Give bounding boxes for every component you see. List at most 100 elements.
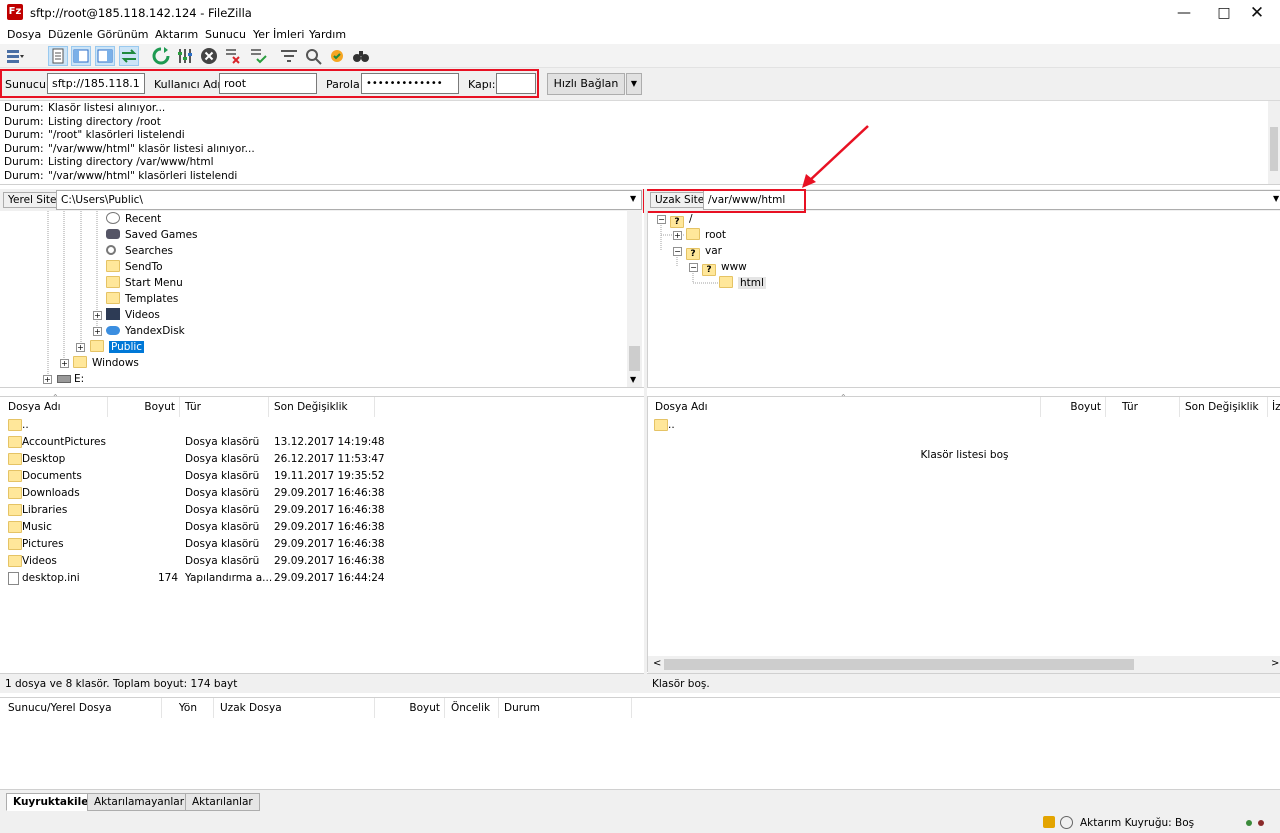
column-size[interactable]: Boyut <box>108 397 180 417</box>
process-queue-icon[interactable] <box>175 46 195 66</box>
log-scrollbar[interactable] <box>1268 101 1280 184</box>
chevron-down-icon[interactable]: ▼ <box>630 375 636 384</box>
list-item[interactable]: Downloads Dosya klasörü 29.09.2017 16:46:3… <box>8 485 638 502</box>
chevron-down-icon: ▼ <box>630 79 638 88</box>
list-item[interactable]: .. <box>8 417 638 434</box>
toggle-remote-tree-icon[interactable] <box>95 46 115 66</box>
toggle-local-tree-icon[interactable] <box>71 46 91 66</box>
menu-view[interactable]: Görünüm <box>97 28 148 41</box>
cloud-icon <box>106 326 120 335</box>
chevron-left-icon[interactable]: < <box>653 658 661 669</box>
scrollbar-thumb[interactable] <box>629 346 640 371</box>
list-item[interactable]: Libraries Dosya klasörü 29.09.2017 16:46:3… <box>8 502 638 519</box>
scrollbar-thumb[interactable] <box>1270 127 1278 171</box>
cancel-operation-icon[interactable] <box>199 46 219 66</box>
column-type[interactable]: Tür <box>181 397 269 417</box>
folder-icon <box>8 538 22 550</box>
queue-column-size[interactable]: Boyut <box>375 698 445 718</box>
unknown-folder-icon: ? <box>702 264 716 276</box>
toggle-log-icon[interactable] <box>48 46 68 66</box>
reconnect-icon[interactable] <box>248 46 268 66</box>
compare-directories-icon[interactable] <box>303 46 323 66</box>
queue-column-remote[interactable]: Uzak Dosya <box>216 698 375 718</box>
tree-item-start-menu[interactable]: Start Menu <box>106 275 183 291</box>
menu-server[interactable]: Sunucu <box>205 28 246 41</box>
menu-help[interactable]: Yardım <box>309 28 346 41</box>
menu-edit[interactable]: Düzenle <box>48 28 93 41</box>
collapse-icon[interactable]: − <box>673 247 682 256</box>
toggle-queue-icon[interactable] <box>119 46 139 66</box>
local-tree: Recent Saved Games Searches SendTo Start… <box>0 211 644 388</box>
tree-item-yandexdisk[interactable]: YandexDisk <box>106 323 185 339</box>
expand-icon[interactable]: + <box>60 359 69 368</box>
list-item[interactable]: .. <box>654 417 1274 434</box>
tree-item-drive-e[interactable]: E: <box>57 371 84 387</box>
sync-browsing-icon[interactable] <box>327 46 347 66</box>
expand-icon[interactable]: + <box>93 311 102 320</box>
queue-column-file[interactable]: Sunucu/Yerel Dosya <box>4 698 162 718</box>
arrow-annotation <box>802 125 869 188</box>
chevron-down-icon[interactable]: ▼ <box>630 194 636 203</box>
tree-item-windows[interactable]: Windows <box>73 355 139 371</box>
collapse-icon[interactable]: − <box>657 215 666 224</box>
list-item[interactable]: Pictures Dosya klasörü 29.09.2017 16:46:38 <box>8 536 638 553</box>
site-manager-icon[interactable] <box>5 46 25 66</box>
speed-limit-icon[interactable] <box>1060 816 1073 829</box>
queue-column-priority[interactable]: Öncelik <box>447 698 499 718</box>
list-item[interactable]: desktop.ini 174 Yapılandırma a... 29.09.201… <box>8 570 638 587</box>
column-modified[interactable]: Son Değişiklik <box>270 397 375 417</box>
chevron-down-icon[interactable]: ▼ <box>1273 194 1279 203</box>
remote-site-bar: Uzak Site: ▼ <box>643 189 1280 213</box>
tree-item-saved-games[interactable]: Saved Games <box>106 227 198 243</box>
sort-arrow-icon: ⌃ <box>52 393 59 402</box>
expand-icon[interactable]: + <box>43 375 52 384</box>
tree-item-var[interactable]: ? var <box>686 243 722 260</box>
tab-failed[interactable]: Aktarılamayanlar <box>87 793 192 811</box>
tree-item-videos[interactable]: Videos <box>106 307 160 323</box>
folder-icon <box>654 419 668 431</box>
directory-filter-icon[interactable] <box>279 46 299 66</box>
drive-icon <box>57 375 71 383</box>
quickconnect-dropdown[interactable]: ▼ <box>626 73 642 95</box>
quickconnect-button[interactable]: Hızlı Bağlan <box>547 73 625 95</box>
chevron-right-icon[interactable]: > <box>1271 658 1279 669</box>
column-type[interactable]: Tür <box>1118 397 1180 417</box>
menu-bookmarks[interactable]: Yer İmleri <box>253 28 304 41</box>
menu-file[interactable]: Dosya <box>7 28 41 41</box>
tab-successful[interactable]: Aktarılanlar <box>185 793 260 811</box>
list-item[interactable]: Documents Dosya klasörü 19.11.2017 19:35:5… <box>8 468 638 485</box>
refresh-icon[interactable] <box>151 46 171 66</box>
tree-item-searches[interactable]: Searches <box>106 243 173 259</box>
transfer-queue: Sunucu/Yerel Dosya Yön Uzak Dosya Boyut … <box>0 697 1280 789</box>
close-button[interactable]: ✕ <box>1234 0 1280 26</box>
collapse-icon[interactable]: − <box>689 263 698 272</box>
expand-icon[interactable]: + <box>76 343 85 352</box>
list-item[interactable]: Music Dosya klasörü 29.09.2017 16:46:38 <box>8 519 638 536</box>
queue-status: Aktarım Kuyruğu: Boş <box>1080 817 1195 829</box>
tree-item-root-dir[interactable]: ? / <box>670 211 693 228</box>
expand-icon[interactable]: + <box>93 327 102 336</box>
tree-item-root[interactable]: root <box>686 227 726 243</box>
queue-column-status[interactable]: Durum <box>500 698 632 718</box>
local-path-input[interactable] <box>56 190 642 210</box>
queue-column-direction[interactable]: Yön <box>162 698 214 718</box>
tree-item-sendto[interactable]: SendTo <box>106 259 163 275</box>
menu-transfer[interactable]: Aktarım <box>155 28 198 41</box>
column-size[interactable]: Boyut <box>1041 397 1106 417</box>
tree-item-html[interactable]: html <box>719 275 766 291</box>
column-modified[interactable]: Son Değişiklik <box>1181 397 1268 417</box>
tree-item-recent[interactable]: Recent <box>106 211 161 227</box>
tree-item-templates[interactable]: Templates <box>106 291 178 307</box>
expand-icon[interactable]: + <box>673 231 682 240</box>
list-item[interactable]: AccountPictures Dosya klasörü 13.12.2017 1… <box>8 434 638 451</box>
column-permissions[interactable]: İz <box>1268 397 1280 417</box>
disconnect-icon[interactable] <box>223 46 243 66</box>
remote-hscrollbar[interactable]: < > <box>648 656 1280 673</box>
tree-item-www[interactable]: ? www <box>702 259 747 276</box>
search-files-icon[interactable] <box>351 46 371 66</box>
local-tree-scrollbar[interactable]: ▼ <box>627 211 642 387</box>
scrollbar-thumb[interactable] <box>664 659 1134 670</box>
list-item[interactable]: Desktop Dosya klasörü 26.12.2017 11:53:47 <box>8 451 638 468</box>
list-item[interactable]: Videos Dosya klasörü 29.09.2017 16:46:38 <box>8 553 638 570</box>
tree-item-public[interactable]: Public <box>90 339 145 355</box>
